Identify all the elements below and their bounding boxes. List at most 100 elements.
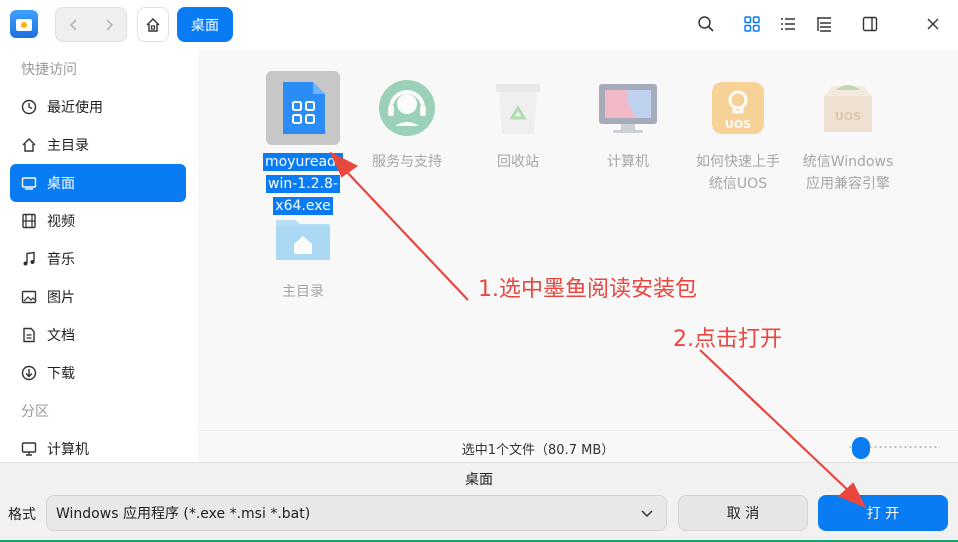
file-label-line: 统信UOS — [708, 176, 768, 192]
file-item-moyureader-exe[interactable]: moyuread- win-1.2.8- x64.exe — [253, 71, 353, 217]
file-label: 回收站 — [497, 154, 539, 170]
side-panel-icon — [862, 16, 878, 32]
file-view: moyuread- win-1.2.8- x64.exe 服务与支持 回收站 计… — [198, 50, 958, 430]
annotation-step-1: 1.选中墨鱼阅读安装包 — [478, 277, 697, 302]
file-item-uos-guide[interactable]: UOS 如何快速上手 统信UOS — [688, 71, 788, 195]
svg-text:UOS: UOS — [835, 110, 861, 123]
file-label-line: moyuread- — [263, 153, 343, 171]
headset-support-icon — [379, 80, 435, 136]
icon-view-button[interactable] — [740, 12, 764, 36]
video-icon — [20, 212, 38, 230]
exe-file-icon — [283, 82, 325, 134]
sidebar-item-computer[interactable]: 计算机 — [10, 430, 186, 460]
title-bar: 桌面 — [0, 0, 958, 50]
search-button[interactable] — [694, 12, 718, 36]
file-label-line: win-1.2.8- — [266, 175, 340, 193]
sidebar-item-videos[interactable]: 视频 — [10, 202, 186, 240]
sidebar-item-label: 视频 — [47, 214, 75, 230]
sidebar-item-label: 计算机 — [47, 442, 89, 458]
list-view-button[interactable] — [776, 12, 800, 36]
sidebar-item-downloads[interactable]: 下载 — [10, 354, 186, 392]
annotation-step-2: 2.点击打开 — [673, 327, 782, 352]
tree-view-button[interactable] — [812, 12, 836, 36]
trash-icon — [496, 84, 540, 134]
home-icon — [20, 136, 38, 154]
chevron-right-icon — [105, 18, 113, 31]
chevron-left-icon — [69, 18, 77, 31]
document-icon — [20, 326, 38, 344]
file-item-windows-compat[interactable]: UOS 统信Windows 应用兼容引擎 — [798, 71, 898, 195]
selection-status: 选中1个文件（80.7 MB） — [461, 443, 615, 458]
breadcrumb-desktop[interactable]: 桌面 — [177, 7, 233, 42]
format-label: 格式 — [8, 507, 36, 523]
image-icon — [20, 288, 38, 306]
current-folder-name: 桌面 — [465, 472, 493, 488]
forward-button[interactable] — [91, 8, 126, 41]
svg-text:UOS: UOS — [725, 118, 751, 131]
sidebar: 快捷访问 最近使用 主目录 桌面 视频 音乐 图片 文档 下载 分区 计算机 — [0, 50, 198, 460]
sidebar-item-label: 桌面 — [47, 176, 75, 192]
sidebar-item-pictures[interactable]: 图片 — [10, 278, 186, 316]
home-icon — [146, 17, 160, 32]
file-item-home-folder[interactable]: 主目录 — [253, 201, 353, 303]
desktop-icon — [20, 174, 38, 192]
sidebar-item-label: 最近使用 — [47, 100, 103, 116]
file-item-computer[interactable]: 计算机 — [578, 71, 678, 173]
sidebar-item-music[interactable]: 音乐 — [10, 240, 186, 278]
status-bar: 选中1个文件（80.7 MB） — [198, 430, 958, 462]
open-button[interactable]: 打 开 — [818, 495, 948, 531]
music-icon — [20, 250, 38, 268]
file-label-line: 统信Windows — [802, 154, 894, 170]
sidebar-item-documents[interactable]: 文档 — [10, 316, 186, 354]
file-label: 主目录 — [282, 284, 324, 300]
slider-handle[interactable] — [851, 437, 870, 459]
file-format-value: Windows 应用程序 (*.exe *.msi *.bat) — [56, 506, 311, 522]
sidebar-item-label: 图片 — [47, 290, 75, 306]
chevron-down-icon — [640, 506, 654, 524]
file-thumbnail — [266, 71, 340, 145]
file-manager-app-icon — [10, 10, 38, 38]
download-icon — [20, 364, 38, 382]
computer-icon — [599, 84, 657, 133]
lightbulb-guide-icon: UOS — [712, 82, 764, 134]
sidebar-item-label: 音乐 — [47, 252, 75, 268]
home-folder-icon — [276, 220, 330, 260]
tree-view-icon — [817, 17, 831, 32]
wine-compat-icon: UOS — [824, 85, 872, 132]
icon-size-slider[interactable] — [848, 437, 940, 459]
home-button[interactable] — [137, 7, 169, 42]
file-label: 计算机 — [607, 154, 649, 170]
grid-view-icon — [744, 16, 760, 32]
file-label: 服务与支持 — [372, 154, 442, 170]
nav-button-group — [55, 7, 127, 42]
file-thumbnail — [591, 71, 665, 145]
back-button[interactable] — [56, 8, 91, 41]
close-icon — [927, 18, 939, 30]
dialog-footer: 桌面 格式 Windows 应用程序 (*.exe *.msi *.bat) 取… — [0, 462, 958, 542]
file-thumbnail: UOS — [701, 71, 775, 145]
file-item-trash[interactable]: 回收站 — [468, 71, 568, 173]
clock-icon — [20, 98, 38, 116]
close-button[interactable] — [921, 12, 945, 36]
sidebar-item-label: 主目录 — [47, 138, 89, 154]
computer-icon — [20, 440, 38, 458]
file-label-line: 如何快速上手 — [696, 154, 780, 170]
file-thumbnail — [266, 201, 340, 275]
sidebar-item-desktop[interactable]: 桌面 — [10, 164, 186, 202]
file-thumbnail — [370, 71, 444, 145]
file-label-line: 应用兼容引擎 — [806, 176, 890, 192]
sidebar-item-home[interactable]: 主目录 — [10, 126, 186, 164]
search-icon — [698, 16, 714, 32]
file-item-service-support[interactable]: 服务与支持 — [357, 71, 457, 173]
file-format-select[interactable]: Windows 应用程序 (*.exe *.msi *.bat) — [46, 495, 667, 531]
file-thumbnail: UOS — [811, 71, 885, 145]
list-view-icon — [781, 18, 795, 30]
cancel-button[interactable]: 取 消 — [678, 495, 808, 531]
file-thumbnail — [481, 71, 555, 145]
detail-panel-button[interactable] — [858, 12, 882, 36]
sidebar-item-label: 下载 — [47, 366, 75, 382]
sidebar-section-partitions: 分区 — [21, 404, 49, 420]
sidebar-item-label: 文档 — [47, 328, 75, 344]
sidebar-item-recent[interactable]: 最近使用 — [10, 88, 186, 126]
sidebar-section-quick-access: 快捷访问 — [21, 62, 77, 78]
